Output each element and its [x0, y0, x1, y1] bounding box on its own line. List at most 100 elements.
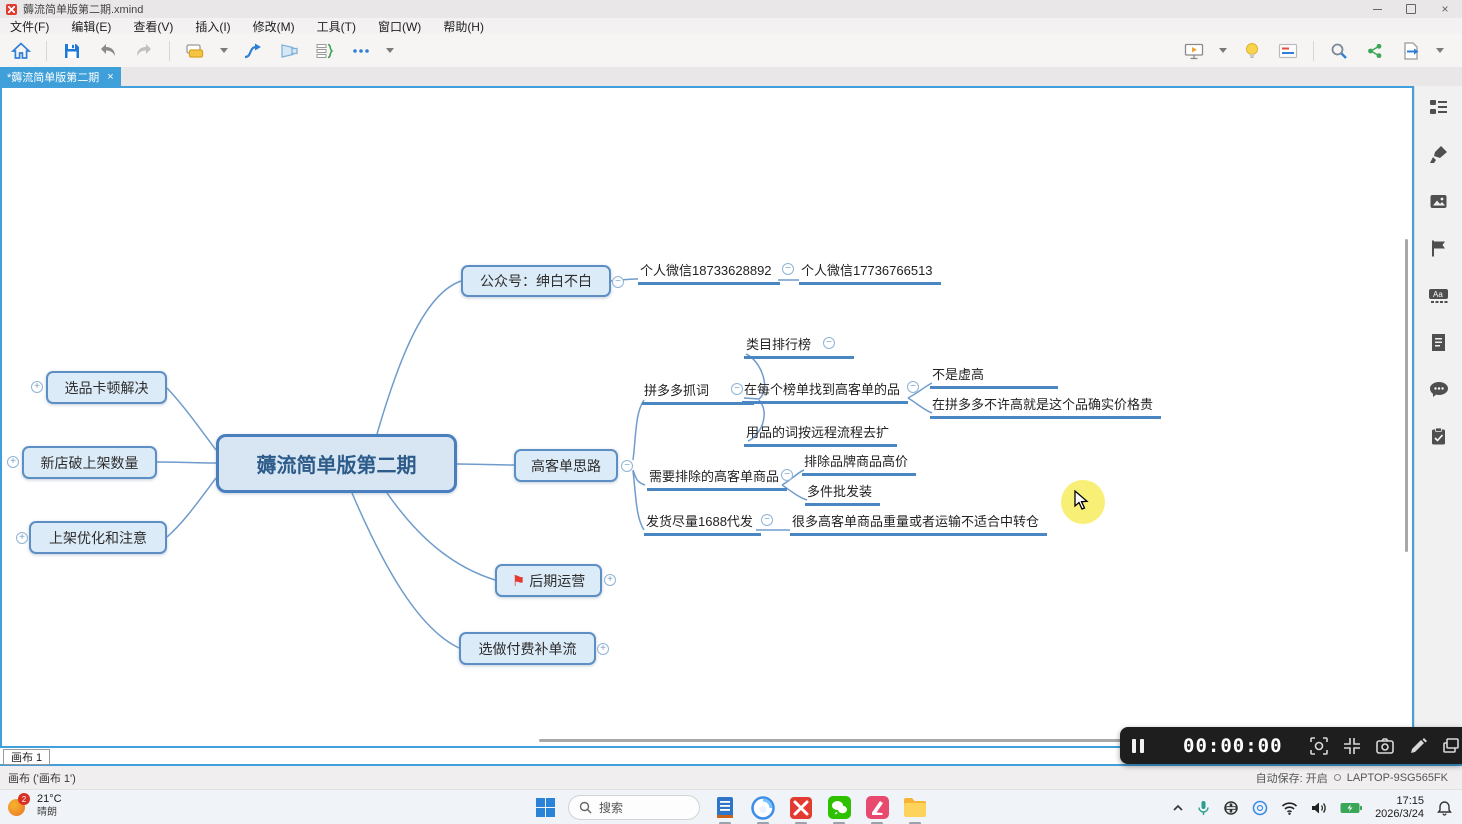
topic-leimu[interactable]: 类目排行榜 [744, 334, 854, 359]
boundary-button[interactable] [278, 40, 300, 62]
topic-bangdan[interactable]: 在每个榜单找到高客单的品 [742, 379, 908, 404]
taskbar-clock[interactable]: 17:15 2026/3/24 [1375, 795, 1424, 821]
topic-weixin1[interactable]: 个人微信18733628892 [638, 260, 780, 285]
insert-image-icon[interactable] [1428, 190, 1450, 212]
marker-flag-icon[interactable] [1428, 237, 1450, 259]
annotate-pen-icon[interactable] [1408, 736, 1428, 756]
microphone-tray-icon[interactable] [1197, 800, 1210, 816]
notepad-app-icon[interactable] [712, 795, 738, 821]
windows-overlay-icon[interactable] [1441, 736, 1461, 756]
menu-item-file[interactable]: 文件(F) [10, 18, 49, 35]
topic-duojian[interactable]: 多件批发装 [805, 481, 880, 506]
expand-icon[interactable]: + [31, 381, 43, 393]
zoom-search-button[interactable] [1328, 40, 1350, 62]
export-button[interactable] [1400, 40, 1422, 62]
collapse-icon[interactable]: − [823, 337, 835, 349]
menu-item-help[interactable]: 帮助(H) [443, 18, 484, 35]
collapse-icon[interactable]: − [612, 276, 624, 288]
sheet-button[interactable] [184, 40, 206, 62]
minimize-button[interactable] [1360, 0, 1394, 18]
more-tools-caret[interactable] [386, 48, 394, 53]
topic-houqi[interactable]: ⚑ 后期运营 [495, 564, 602, 597]
topic-xuanzuo[interactable]: 选做付费补单流 [459, 632, 596, 665]
expand-icon[interactable]: + [16, 532, 28, 544]
comment-icon[interactable] [1428, 378, 1450, 400]
topic-pinpai[interactable]: 排除品牌商品高价 [802, 451, 916, 476]
menu-item-view[interactable]: 查看(V) [133, 18, 173, 35]
screenshot-camera-icon[interactable] [1375, 736, 1395, 756]
document-tab[interactable]: *薅流简单版第二期 × [0, 67, 121, 86]
topic-bushixugao[interactable]: 不是虚高 [930, 364, 1058, 389]
presentation-button[interactable] [1183, 40, 1205, 62]
share-button[interactable] [1364, 40, 1386, 62]
expand-icon[interactable]: + [7, 456, 19, 468]
redo-button[interactable] [133, 40, 155, 62]
topic-xindian[interactable]: 新店破上架数量 [22, 446, 157, 479]
file-explorer-icon[interactable] [902, 795, 928, 821]
recorder-tray-icon[interactable] [1252, 800, 1268, 816]
menu-item-edit[interactable]: 编辑(E) [71, 18, 111, 35]
mindmap-canvas[interactable]: 薅流简单版第二期 公众号：绅白不白 选品卡顿解决 新店破上架数量 上架优化和注意… [0, 86, 1414, 748]
xmind-taskbar-icon[interactable] [788, 795, 814, 821]
tray-chevron-up-icon[interactable] [1172, 803, 1184, 813]
topic-paichu[interactable]: 需要排除的高客单商品 [647, 466, 787, 491]
notes-icon[interactable] [1428, 331, 1450, 353]
battery-icon[interactable] [1340, 802, 1362, 814]
expand-icon[interactable]: + [604, 574, 616, 586]
central-topic[interactable]: 薅流简单版第二期 [216, 434, 457, 493]
topic-shangjia[interactable]: 上架优化和注意 [29, 521, 167, 554]
menu-item-tools[interactable]: 工具(T) [317, 18, 356, 35]
home-button[interactable] [10, 40, 32, 62]
wifi-icon[interactable] [1281, 801, 1298, 815]
collapse-icon[interactable]: − [731, 383, 743, 395]
browser-app-icon[interactable] [750, 795, 776, 821]
topic-jiagegui[interactable]: 在拼多多不许高就是这个品确实价格贵 [930, 394, 1161, 419]
close-button[interactable]: × [1428, 0, 1462, 18]
presentation-dropdown-caret[interactable] [1219, 48, 1227, 53]
summary-button[interactable] [314, 40, 336, 62]
notification-bell-icon[interactable] [1437, 800, 1452, 816]
menu-item-window[interactable]: 窗口(W) [378, 18, 421, 35]
taskbar-search[interactable]: 搜索 [568, 795, 700, 820]
task-icon[interactable] [1428, 425, 1450, 447]
label-icon[interactable]: Aa [1428, 284, 1450, 306]
topic-weixin2[interactable]: 个人微信17736766513 [799, 260, 941, 285]
topic-gaokedan[interactable]: 高客单思路 [514, 449, 618, 482]
topic-xuanpin[interactable]: 选品卡顿解决 [46, 371, 167, 404]
topic-fahuo[interactable]: 发货尽量1688代发 [644, 511, 761, 536]
collapse-icon[interactable]: − [782, 263, 794, 275]
more-tools-button[interactable] [350, 40, 372, 62]
topic-gongzhonghao[interactable]: 公众号：绅白不白 [461, 265, 611, 297]
menu-item-insert[interactable]: 插入(I) [195, 18, 230, 35]
expand-icon[interactable]: + [597, 643, 609, 655]
topic-structure-icon[interactable] [1428, 96, 1450, 118]
restore-button[interactable] [1394, 0, 1428, 18]
sheet-tab-canvas1[interactable]: 画布 1 [3, 749, 50, 765]
lightbulb-button[interactable] [1241, 40, 1263, 62]
vertical-scrollbar[interactable] [1405, 239, 1408, 552]
start-button[interactable] [536, 798, 556, 818]
pause-recording-button[interactable] [1132, 739, 1144, 753]
video-app-icon[interactable] [864, 795, 890, 821]
weather-widget[interactable]: 2 21°C 晴朗 [8, 793, 62, 819]
save-button[interactable] [61, 40, 83, 62]
relationship-button[interactable] [242, 40, 264, 62]
tab-close-icon[interactable]: × [107, 71, 113, 83]
format-brush-icon[interactable] [1428, 143, 1450, 165]
input-method-tray-icon[interactable] [1223, 800, 1239, 816]
collapse-icon[interactable]: − [621, 460, 633, 472]
horizontal-scrollbar[interactable] [539, 739, 1122, 742]
topic-zhongzhuan[interactable]: 很多高客单商品重量或者运输不适合中转仓 [790, 511, 1047, 536]
topic-yongpin[interactable]: 用品的词按远程流程去扩 [744, 422, 897, 447]
slide-notes-button[interactable] [1277, 40, 1299, 62]
export-dropdown-caret[interactable] [1436, 48, 1444, 53]
collapse-icon[interactable]: − [781, 469, 793, 481]
collapse-toolbar-icon[interactable] [1342, 736, 1362, 756]
collapse-icon[interactable]: − [907, 381, 919, 393]
region-select-icon[interactable] [1309, 736, 1329, 756]
wechat-app-icon[interactable] [826, 795, 852, 821]
sheet-dropdown-caret[interactable] [220, 48, 228, 53]
undo-button[interactable] [97, 40, 119, 62]
speaker-icon[interactable] [1311, 801, 1327, 815]
collapse-icon[interactable]: − [761, 514, 773, 526]
